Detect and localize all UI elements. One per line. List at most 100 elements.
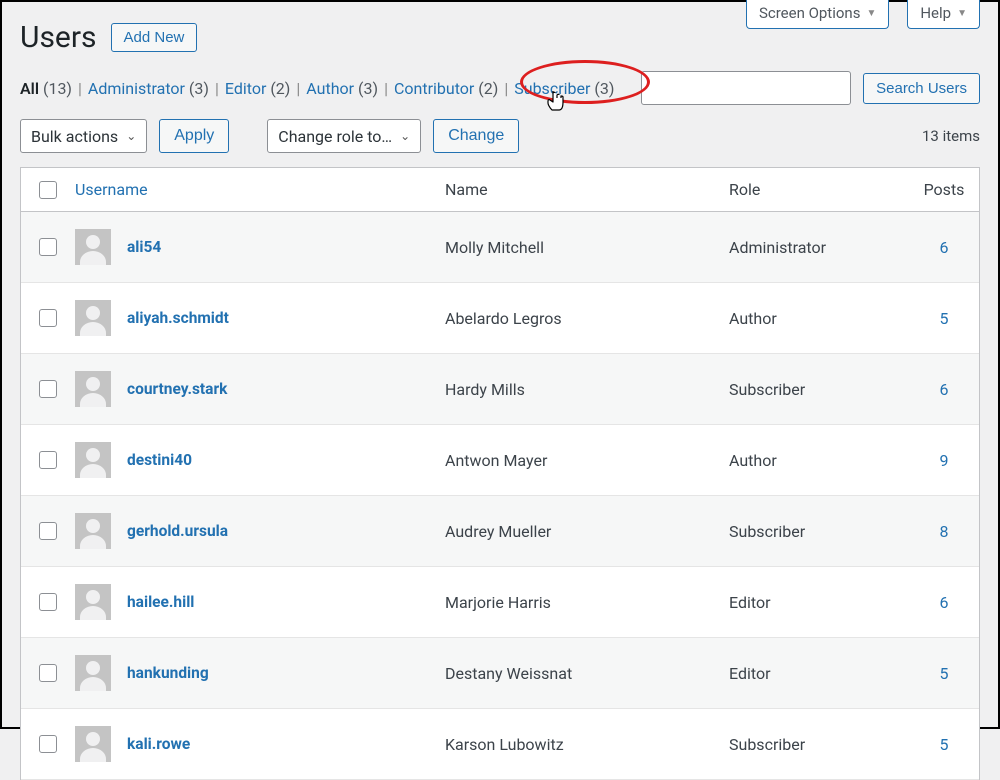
triangle-down-icon: ▼ <box>957 8 967 19</box>
filter-editor[interactable]: Editor (2) <box>225 79 291 98</box>
filter-contributor-count: (2) <box>478 79 498 98</box>
search-users-button[interactable]: Search Users <box>863 73 980 104</box>
row-checkbox[interactable] <box>39 238 57 256</box>
bulk-actions-select[interactable]: Bulk actions ⌄ <box>20 119 147 153</box>
avatar <box>75 584 111 620</box>
bulk-actions-label: Bulk actions <box>31 127 118 146</box>
row-checkbox[interactable] <box>39 593 57 611</box>
page-title: Users <box>20 20 97 55</box>
avatar <box>75 229 111 265</box>
name-cell: Destany Weissnat <box>445 664 729 683</box>
row-checkbox[interactable] <box>39 735 57 753</box>
filter-administrator-count: (3) <box>189 79 209 98</box>
role-cell: Subscriber <box>729 522 909 541</box>
filter-editor-link[interactable]: Editor <box>225 79 266 98</box>
posts-link[interactable]: 9 <box>940 451 949 470</box>
row-checkbox[interactable] <box>39 451 57 469</box>
posts-link[interactable]: 6 <box>940 238 949 257</box>
add-new-button[interactable]: Add New <box>111 23 198 52</box>
role-cell: Subscriber <box>729 380 909 399</box>
filter-subscriber-count: (3) <box>594 79 614 98</box>
username-link[interactable]: kali.rowe <box>127 735 190 753</box>
table-row: kali.rowe Karson LubowitzSubscriber 5 <box>21 709 979 780</box>
change-role-label: Change role to… <box>278 127 392 146</box>
avatar <box>75 726 111 762</box>
chevron-down-icon: ⌄ <box>400 129 410 143</box>
posts-link[interactable]: 6 <box>940 380 949 399</box>
filter-author[interactable]: Author (3) <box>306 79 378 98</box>
username-link[interactable]: courtney.stark <box>127 380 227 398</box>
col-posts: Posts <box>909 180 979 199</box>
triangle-down-icon: ▼ <box>866 8 876 19</box>
apply-button[interactable]: Apply <box>159 119 229 153</box>
help-label: Help <box>920 4 951 22</box>
avatar <box>75 300 111 336</box>
separator: | <box>296 79 300 98</box>
select-all-checkbox[interactable] <box>39 181 57 199</box>
table-row: hankunding Destany WeissnatEditor 5 <box>21 638 979 709</box>
table-row: courtney.stark Hardy MillsSubscriber 6 <box>21 354 979 425</box>
col-role: Role <box>729 180 909 199</box>
search-input[interactable] <box>641 71 851 105</box>
screen-options-button[interactable]: Screen Options ▼ <box>746 0 889 29</box>
avatar <box>75 655 111 691</box>
role-cell: Author <box>729 309 909 328</box>
table-row: aliyah.schmidt Abelardo LegrosAuthor 5 <box>21 283 979 354</box>
posts-link[interactable]: 8 <box>940 522 949 541</box>
change-button[interactable]: Change <box>433 119 519 153</box>
name-cell: Hardy Mills <box>445 380 729 399</box>
table-header: Username Name Role Posts <box>21 168 979 212</box>
role-cell: Editor <box>729 664 909 683</box>
row-checkbox[interactable] <box>39 309 57 327</box>
row-checkbox[interactable] <box>39 522 57 540</box>
items-count: 13 items <box>922 127 980 145</box>
filter-all[interactable]: All (13) <box>20 79 72 98</box>
col-username[interactable]: Username <box>75 180 445 199</box>
role-filter-list: All (13) | Administrator (3) | Editor (2… <box>20 79 614 98</box>
filter-all-label: All <box>20 79 39 98</box>
table-row: destini40Antwon MayerAuthor9 <box>21 425 979 496</box>
filter-administrator[interactable]: Administrator (3) <box>88 79 209 98</box>
separator: | <box>384 79 388 98</box>
filter-subscriber-link[interactable]: Subscriber <box>514 79 590 98</box>
filter-editor-count: (2) <box>270 79 290 98</box>
username-link[interactable]: destini40 <box>127 451 192 469</box>
posts-link[interactable]: 6 <box>940 593 949 612</box>
table-row: gerhold.ursula Audrey MuellerSubscriber 8 <box>21 496 979 567</box>
role-cell: Editor <box>729 593 909 612</box>
name-cell: Abelardo Legros <box>445 309 729 328</box>
table-row: ali54Molly MitchellAdministrator6 <box>21 212 979 283</box>
username-link[interactable]: aliyah.schmidt <box>127 309 229 327</box>
role-cell: Author <box>729 451 909 470</box>
avatar <box>75 442 111 478</box>
role-cell: Administrator <box>729 238 909 257</box>
posts-link[interactable]: 5 <box>940 735 949 754</box>
separator: | <box>78 79 82 98</box>
username-link[interactable]: ali54 <box>127 238 161 256</box>
username-link[interactable]: hailee.hill <box>127 593 194 611</box>
filter-subscriber[interactable]: Subscriber (3) <box>514 79 614 98</box>
filter-administrator-link[interactable]: Administrator <box>88 79 185 98</box>
name-cell: Karson Lubowitz <box>445 735 729 754</box>
name-cell: Marjorie Harris <box>445 593 729 612</box>
filter-contributor-link[interactable]: Contributor <box>394 79 474 98</box>
username-link[interactable]: hankunding <box>127 664 209 682</box>
table-row: hailee.hill Marjorie HarrisEditor 6 <box>21 567 979 638</box>
col-name: Name <box>445 180 729 199</box>
filter-author-link[interactable]: Author <box>306 79 354 98</box>
help-button[interactable]: Help ▼ <box>907 0 980 29</box>
username-link[interactable]: gerhold.ursula <box>127 522 228 540</box>
change-role-select[interactable]: Change role to… ⌄ <box>267 119 421 153</box>
posts-link[interactable]: 5 <box>940 664 949 683</box>
filter-contributor[interactable]: Contributor (2) <box>394 79 498 98</box>
separator: | <box>504 79 508 98</box>
users-table: Username Name Role Posts ali54Molly Mitc… <box>20 167 980 780</box>
name-cell: Audrey Mueller <box>445 522 729 541</box>
filter-all-count: (13) <box>43 79 72 98</box>
row-checkbox[interactable] <box>39 664 57 682</box>
posts-link[interactable]: 5 <box>940 309 949 328</box>
row-checkbox[interactable] <box>39 380 57 398</box>
chevron-down-icon: ⌄ <box>126 129 136 143</box>
role-cell: Subscriber <box>729 735 909 754</box>
filter-author-count: (3) <box>358 79 378 98</box>
